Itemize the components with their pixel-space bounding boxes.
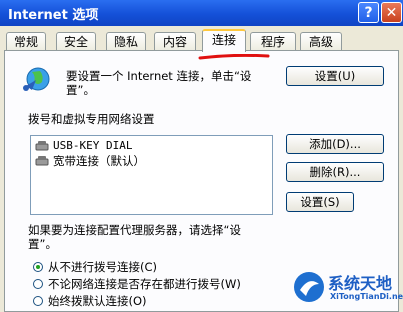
setup-description-line2: 置”。	[66, 83, 95, 97]
title-bar: Internet 选项 ? ✕	[0, 0, 403, 26]
dialup-section-label: 拨号和虚拟专用网络设置	[28, 112, 155, 126]
watermark-url: XiTongTianDi.net	[330, 292, 403, 301]
tab-content[interactable]: 内容	[154, 32, 196, 51]
phone-icon	[35, 156, 49, 166]
radio-always-dial-default[interactable]	[33, 296, 43, 306]
red-annotation-underline	[198, 54, 270, 60]
tab-privacy[interactable]: 隐私	[106, 32, 146, 51]
tab-general[interactable]: 常规	[6, 32, 46, 51]
proxy-description-line2: 置”。	[28, 237, 57, 251]
watermark-logo-icon	[294, 272, 324, 302]
close-button[interactable]: ✕	[381, 2, 402, 23]
tab-programs[interactable]: 程序	[250, 32, 296, 51]
list-item-label: 宽带连接（默认）	[53, 154, 145, 168]
tab-security[interactable]: 安全	[56, 32, 96, 51]
radio-label-never-dial: 从不进行拨号连接(C)	[48, 260, 158, 274]
phone-icon	[35, 141, 49, 151]
radio-never-dial[interactable]	[33, 262, 43, 272]
settings-button[interactable]: 设置(S)	[286, 192, 354, 212]
watermark-name: 系统天地	[328, 274, 393, 293]
remove-button[interactable]: 删除(R)...	[286, 162, 384, 182]
help-button[interactable]: ?	[358, 2, 379, 23]
globe-icon	[23, 67, 50, 91]
tab-advanced[interactable]: 高级	[300, 32, 342, 51]
proxy-description-line1: 如果要为连接配置代理服务器，请选择“设	[28, 223, 241, 237]
tab-connections[interactable]: 连接	[202, 29, 246, 52]
radio-dial-when-no-network[interactable]	[33, 279, 43, 289]
tab-strip: 常规 安全 隐私 内容 连接 程序 高级	[4, 29, 399, 52]
list-item-label: USB-KEY DIAL	[53, 139, 133, 152]
dialup-connections-list[interactable]: USB-KEY DIAL 宽带连接（默认）	[30, 135, 273, 215]
watermark: 系统天地 XiTongTianDi.net	[292, 266, 403, 312]
radio-label-always-dial-default: 始终拨默认连接(O)	[48, 294, 147, 308]
setup-button[interactable]: 设置(U)	[286, 66, 384, 86]
window-title: Internet 选项	[8, 8, 99, 23]
radio-label-dial-when-no-network: 不论网络连接是否存在都进行拨号(W)	[48, 277, 241, 291]
add-button[interactable]: 添加(D)...	[286, 134, 384, 154]
